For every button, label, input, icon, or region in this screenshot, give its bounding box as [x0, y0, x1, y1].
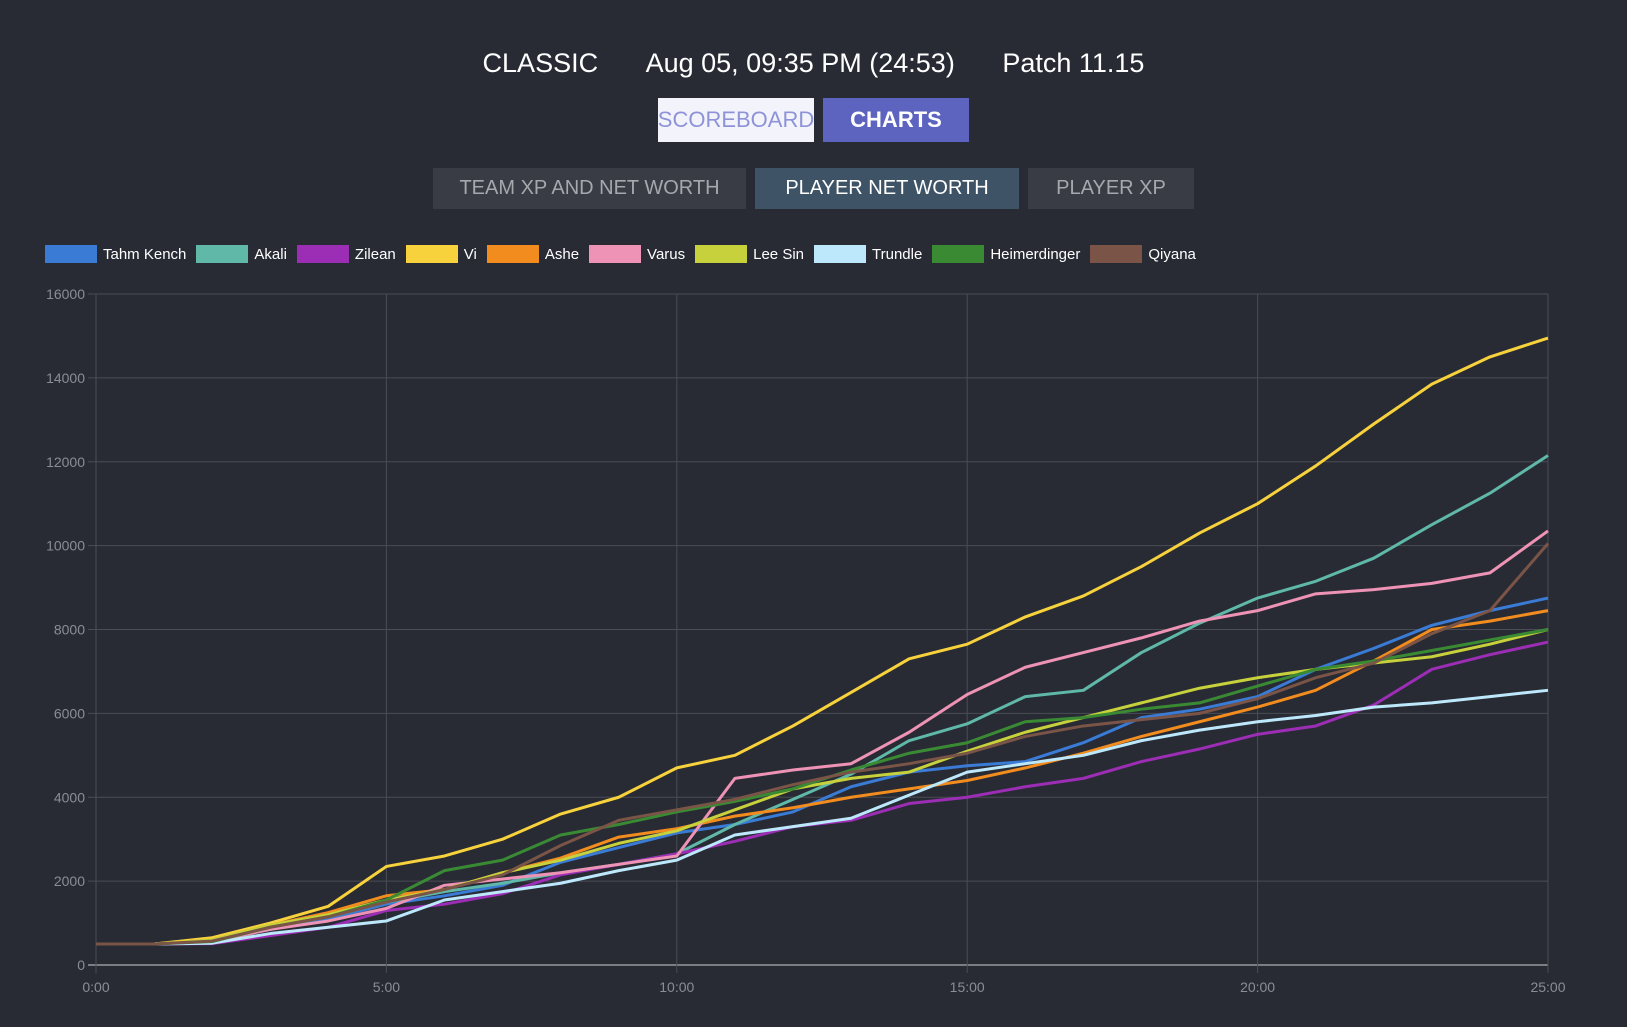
y-tick-label: 2000: [54, 873, 85, 889]
tab-team-xp-net-worth[interactable]: TEAM XP AND NET WORTH: [433, 168, 746, 209]
legend-swatch: [932, 245, 985, 263]
legend-label: Tahm Kench: [103, 245, 187, 263]
legend-label: Ashe: [544, 245, 580, 263]
y-tick-label: 10000: [46, 538, 85, 554]
game-mode: CLASSIC: [482, 48, 599, 78]
chart-legend: Tahm Kench Akali Zilean Vi Ashe Varus Lee Sin T…: [45, 245, 1206, 263]
tab-player-net-worth[interactable]: PLAYER NET WORTH: [755, 168, 1019, 209]
legend-item[interactable]: Qiyana: [1090, 245, 1196, 263]
series-line-trundle: [96, 688, 1549, 946]
legend-label: Varus: [647, 245, 686, 263]
view-tabs: SCOREBOARD CHARTS: [0, 98, 1627, 142]
legend-item[interactable]: Tahm Kench: [45, 245, 186, 263]
legend-label: Qiyana: [1148, 245, 1196, 263]
x-tick-label: 25:00: [1530, 979, 1565, 995]
series-line-qiyana: [96, 542, 1550, 946]
legend-swatch: [405, 245, 458, 263]
legend-label: Trundle: [872, 245, 923, 263]
legend-item[interactable]: Ashe: [486, 245, 580, 263]
legend-swatch: [196, 245, 249, 263]
legend-label: Zilean: [354, 245, 396, 263]
y-tick-label: 4000: [54, 789, 85, 805]
y-tick-label: 14000: [46, 370, 85, 386]
legend-swatch: [589, 245, 642, 263]
legend-swatch: [814, 245, 866, 263]
tab-charts[interactable]: CHARTS: [823, 98, 969, 142]
legend-label: Vi: [463, 245, 477, 263]
y-tick-label: 8000: [54, 622, 85, 638]
legend-item[interactable]: Heimerdinger: [932, 245, 1080, 263]
match-date: Aug 05, 09:35 PM (24:53): [645, 48, 955, 78]
series-line-akali: [96, 454, 1549, 946]
y-tick-label: 0: [77, 957, 85, 973]
x-tick-label: 20:00: [1240, 979, 1275, 995]
x-tick-label: 0:00: [82, 979, 109, 995]
x-tick-label: 10:00: [659, 979, 694, 995]
match-header: CLASSIC Aug 05, 09:35 PM (24:53) Patch 1…: [0, 48, 1627, 79]
legend-label: Lee Sin: [753, 245, 804, 263]
series-line-tahm-kench: [96, 596, 1549, 946]
legend-item[interactable]: Vi: [405, 245, 477, 263]
tab-player-xp[interactable]: PLAYER XP: [1028, 168, 1194, 209]
series-line-zilean: [96, 640, 1549, 946]
x-tick-label: 5:00: [373, 979, 400, 995]
legend-swatch: [486, 245, 539, 263]
legend-swatch: [45, 245, 97, 263]
patch-version: Patch 11.15: [1002, 48, 1145, 78]
legend-swatch: [296, 245, 349, 263]
y-tick-label: 16000: [46, 286, 85, 302]
y-tick-label: 6000: [54, 705, 85, 721]
legend-swatch: [695, 245, 748, 263]
legend-item[interactable]: Lee Sin: [695, 245, 804, 263]
chart-sub-tabs: TEAM XP AND NET WORTH PLAYER NET WORTH P…: [0, 168, 1627, 209]
legend-item[interactable]: Akali: [196, 245, 287, 263]
tab-scoreboard[interactable]: SCOREBOARD: [658, 98, 814, 142]
net-worth-line-chart: 0 2000 4000 6000 8000 10000 12000 14000 16000 0:0…: [46, 286, 1566, 995]
series-line-vi: [96, 336, 1549, 946]
legend-label: Akali: [254, 245, 287, 263]
y-tick-label: 12000: [46, 454, 85, 470]
legend-item[interactable]: Varus: [589, 245, 685, 263]
legend-item[interactable]: Zilean: [296, 245, 396, 263]
legend-label: Heimerdinger: [990, 245, 1081, 263]
series-line-varus: [96, 529, 1549, 946]
legend-swatch: [1090, 245, 1143, 263]
legend-item[interactable]: Trundle: [814, 245, 922, 263]
x-tick-label: 15:00: [950, 979, 985, 995]
